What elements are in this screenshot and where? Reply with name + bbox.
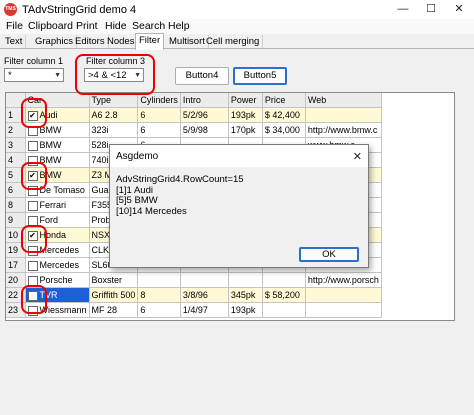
row-number: 20 [6, 272, 26, 288]
cell-cylinders[interactable] [137, 272, 181, 288]
row-number: 17 [6, 257, 26, 273]
cell-intro[interactable]: 5/9/98 [180, 122, 229, 138]
cell-type[interactable]: Griffith 500 [89, 287, 139, 303]
tab-nodes[interactable]: Nodes [104, 35, 139, 48]
cell-power[interactable] [228, 272, 263, 288]
menu-clipboard[interactable]: Clipboard [28, 20, 73, 32]
cell-web[interactable]: http://www.bmw.c [305, 122, 382, 138]
dialog-line: [5]5 BMW [116, 195, 158, 206]
cell-type[interactable]: Boxster [89, 272, 139, 288]
cell-power[interactable]: 170pk [228, 122, 263, 138]
cell-price[interactable]: $ 58,200 [262, 287, 306, 303]
menu-help[interactable]: Help [168, 20, 190, 32]
car-name: Ferrari [39, 200, 67, 210]
column-header-power[interactable]: Power [228, 93, 263, 108]
cell-web[interactable] [305, 302, 382, 318]
cell-price[interactable] [262, 302, 306, 318]
maximize-button[interactable]: ☐ [422, 2, 440, 16]
column-header-type[interactable]: Type [89, 93, 139, 108]
menu-bar: File Clipboard Print Hide Search Help [0, 19, 474, 34]
button4[interactable]: Button4 [175, 67, 229, 85]
menu-file[interactable]: File [6, 20, 23, 32]
cell-type[interactable]: MF 28 [89, 302, 139, 318]
column-header-web[interactable]: Web [305, 93, 382, 108]
car-name: Ford [39, 215, 59, 225]
tab-cell-merging[interactable]: Cell merging [203, 35, 264, 48]
column-header-intro[interactable]: Intro [180, 93, 229, 108]
close-window-button[interactable]: ✕ [450, 2, 468, 16]
button5[interactable]: Button5 [233, 67, 287, 85]
table-row[interactable]: 2 BMW 323i 6 5/9/98 170pk $ 34,000 http://www.b… [6, 122, 382, 138]
cell-power[interactable]: 345pk [228, 287, 263, 303]
table-row[interactable]: 20 Porsche Boxster http://www.porsch [6, 272, 382, 288]
tab-graphics[interactable]: Graphics [32, 35, 78, 48]
table-row[interactable]: 23 Wiessmann MF 28 6 1/4/97 193pk [6, 302, 382, 318]
dialog-close-icon[interactable]: ✕ [353, 150, 362, 163]
menu-print[interactable]: Print [76, 20, 98, 32]
annotation-circle [21, 98, 47, 128]
cell-car[interactable]: BMW [25, 137, 90, 153]
cell-intro[interactable]: 1/4/97 [180, 302, 229, 318]
annotation-circle [21, 225, 47, 253]
cell-car[interactable]: Mercedes [25, 257, 90, 273]
cell-web[interactable] [305, 107, 382, 123]
annotation-circle [21, 162, 47, 190]
app-icon: TMS [4, 3, 17, 16]
cell-cylinders[interactable]: 6 [137, 107, 181, 123]
menu-search[interactable]: Search [132, 20, 165, 32]
car-name: Mercedes [39, 260, 80, 270]
cell-intro[interactable] [180, 272, 229, 288]
dialog-message: AdvStringGrid4.RowCount=15 [1]1 Audi [5]… [116, 174, 244, 217]
cell-type[interactable]: A6 2.8 [89, 107, 139, 123]
cell-cylinders[interactable]: 8 [137, 287, 181, 303]
dialog-line: [10]14 Mercedes [116, 205, 187, 217]
app-window: TMS TAdvStringGrid demo 4 — ☐ ✕ File Cli… [0, 0, 474, 415]
checkbox-unchecked[interactable] [27, 200, 38, 211]
table-row[interactable]: 1 ✔ Audi A6 2.8 6 5/2/96 193pk $ 42,400 [6, 107, 382, 123]
cell-type[interactable]: 323i [89, 122, 139, 138]
cell-car[interactable]: Ferrari [25, 197, 90, 213]
dialog-title: Asgdemo [116, 151, 159, 162]
filter-column-1-select[interactable]: * ▼ [4, 68, 64, 82]
cell-web[interactable] [305, 287, 382, 303]
title-bar: TMS TAdvStringGrid demo 4 — ☐ ✕ [0, 0, 474, 19]
minimize-button[interactable]: — [394, 2, 412, 16]
cell-price[interactable]: $ 42,400 [262, 107, 306, 123]
cell-cylinders[interactable]: 6 [137, 302, 181, 318]
cell-price[interactable]: $ 34,000 [262, 122, 306, 138]
dialog-line: AdvStringGrid4.RowCount=15 [116, 174, 244, 185]
cell-intro[interactable]: 5/2/96 [180, 107, 229, 123]
column-header-cylinders[interactable]: Cylinders [137, 93, 181, 108]
dialog-title-bar: Asgdemo ✕ [110, 145, 368, 167]
filter-column-1-label: Filter column 1 [4, 56, 64, 66]
tab-bar: Text Graphics Editors Nodes Filter Multi… [0, 33, 474, 50]
message-dialog: Asgdemo ✕ AdvStringGrid4.RowCount=15 [1]… [109, 144, 369, 268]
cell-price[interactable] [262, 272, 306, 288]
cell-cylinders[interactable]: 6 [137, 122, 181, 138]
row-number: 8 [6, 197, 26, 213]
cell-intro[interactable]: 3/8/96 [180, 287, 229, 303]
car-name: BMW [39, 140, 62, 150]
dialog-ok-button[interactable]: OK [299, 247, 359, 262]
column-header-price[interactable]: Price [262, 93, 306, 108]
tab-text[interactable]: Text [2, 35, 27, 48]
row-number: 9 [6, 212, 26, 228]
chevron-down-icon: ▼ [54, 72, 61, 79]
tab-filter[interactable]: Filter [135, 33, 165, 50]
row-number: 3 [6, 137, 26, 153]
cell-power[interactable]: 193pk [228, 107, 263, 123]
grid-header-row: Car Type Cylinders Intro Power Price Web [6, 93, 382, 108]
annotation-circle [21, 285, 47, 314]
checkbox-unchecked[interactable] [27, 140, 38, 151]
cell-power[interactable]: 193pk [228, 302, 263, 318]
car-name: De Tomaso [39, 185, 85, 195]
annotation-circle [75, 54, 155, 95]
checkbox-unchecked[interactable] [27, 260, 38, 271]
menu-hide[interactable]: Hide [105, 20, 127, 32]
cell-web[interactable]: http://www.porsch [305, 272, 382, 288]
car-name: Porsche [39, 275, 73, 285]
window-title: TAdvStringGrid demo 4 [22, 4, 137, 16]
table-row[interactable]: 22 ✔ TVR Griffith 500 8 3/8/96 345pk $ 58,200 [6, 287, 382, 303]
